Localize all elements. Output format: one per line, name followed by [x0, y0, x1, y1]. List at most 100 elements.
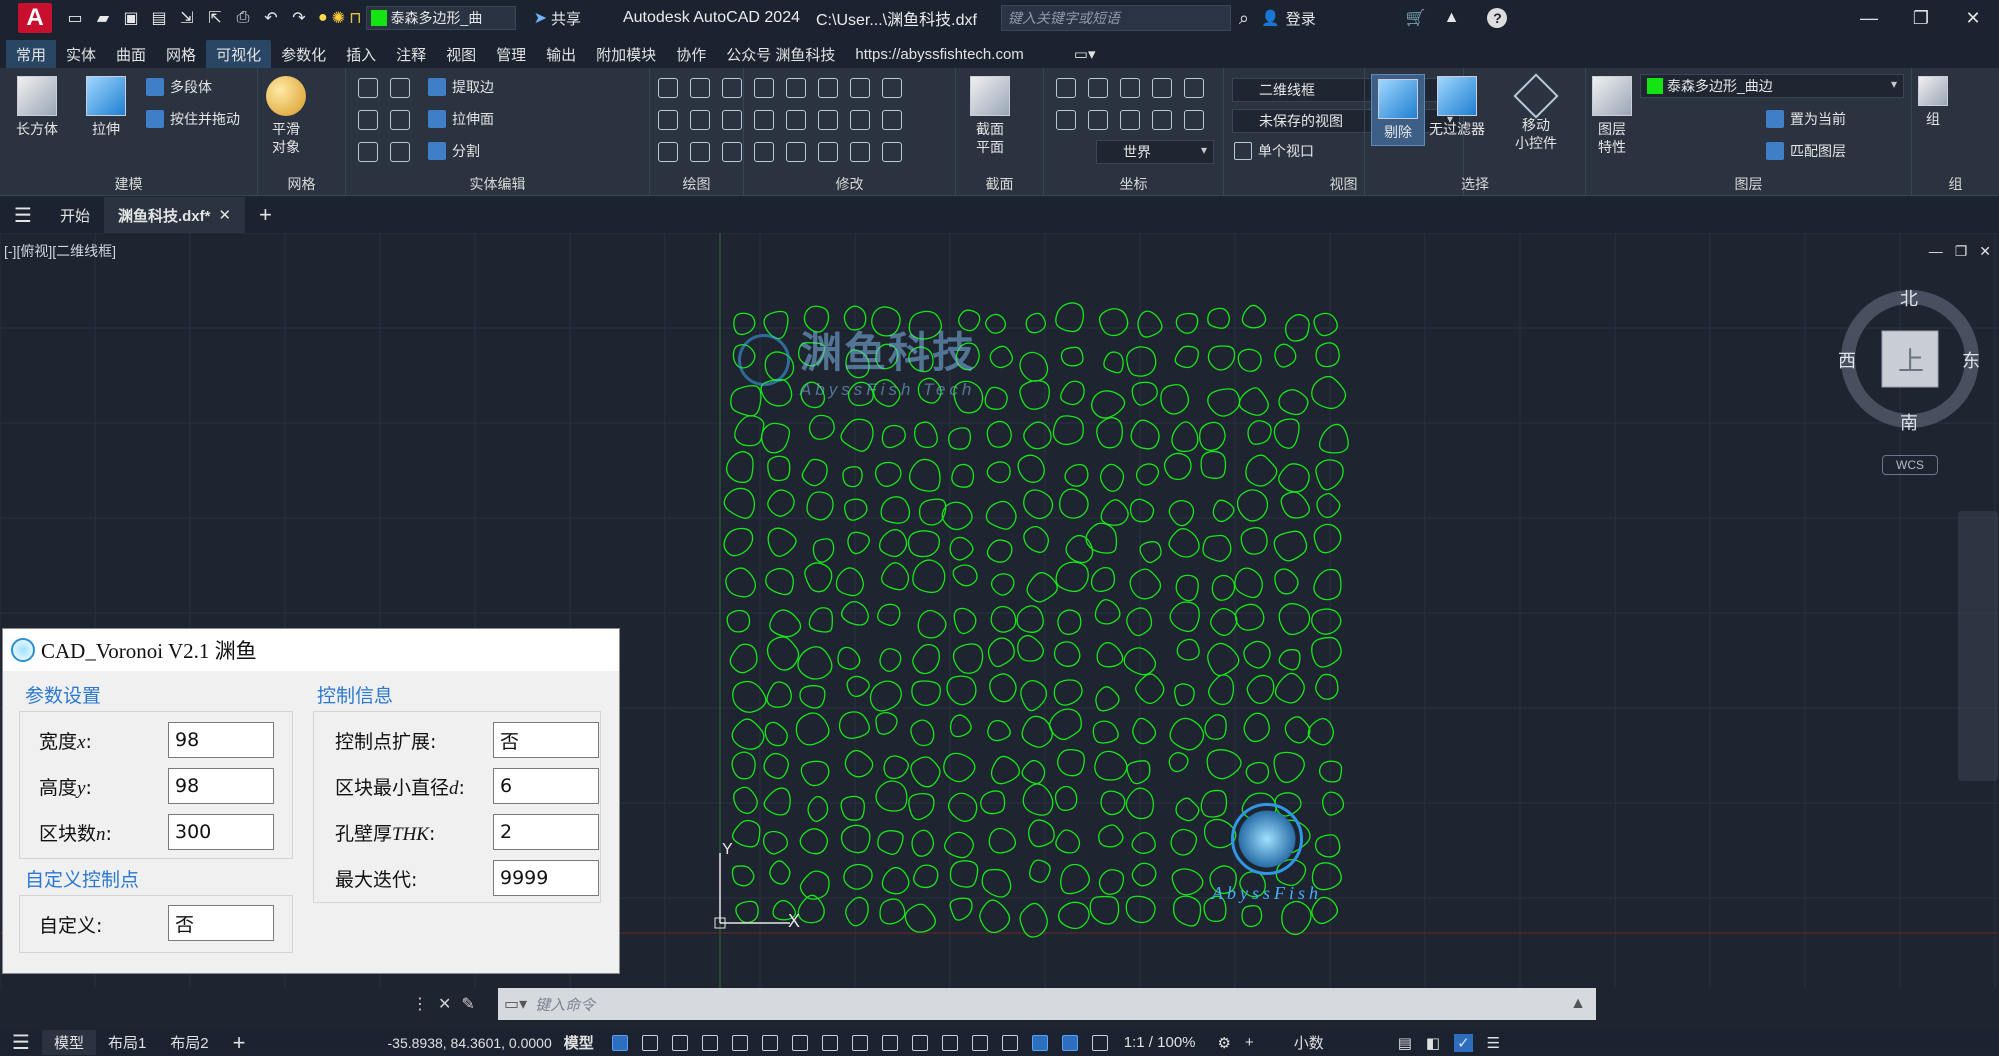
voronoi-cell[interactable] [1315, 673, 1339, 700]
voronoi-cell[interactable] [1125, 787, 1155, 820]
match-layer-button[interactable]: 匹配图层 [1766, 140, 1846, 162]
voronoi-cell[interactable] [949, 714, 972, 738]
voronoi-cell[interactable] [1026, 572, 1058, 603]
thicken-icon[interactable] [390, 142, 410, 162]
doc-tab-start[interactable]: 开始 [46, 197, 104, 233]
voronoi-cell[interactable] [1135, 463, 1160, 486]
transparency-icon[interactable] [911, 1034, 928, 1051]
voronoi-cell[interactable] [804, 562, 833, 593]
share-label[interactable]: 共享 [551, 8, 581, 29]
voronoi-cell[interactable] [797, 646, 833, 680]
voronoi-cell[interactable] [1089, 895, 1120, 925]
voronoi-cell[interactable] [984, 386, 1008, 410]
redo-icon[interactable]: ↷ [288, 7, 310, 29]
voronoi-cell[interactable] [907, 530, 940, 558]
ucs-world-icon[interactable] [1088, 78, 1108, 98]
polygon-icon[interactable] [658, 142, 678, 162]
voronoi-cell[interactable] [764, 721, 788, 747]
voronoi-cell[interactable] [910, 756, 941, 788]
auto-scale-icon[interactable] [1091, 1034, 1108, 1051]
voronoi-cell[interactable] [944, 831, 974, 859]
voronoi-cell[interactable] [723, 527, 754, 557]
voronoi-cell[interactable] [1059, 488, 1089, 519]
voronoi-cell[interactable] [733, 786, 758, 814]
voronoi-cell[interactable] [1096, 642, 1124, 668]
line-icon[interactable] [690, 78, 710, 98]
voronoi-cell[interactable] [986, 461, 1011, 484]
voronoi-cell[interactable] [1318, 760, 1343, 783]
voronoi-cell[interactable] [1126, 607, 1153, 637]
voronoi-cell[interactable] [1168, 528, 1200, 558]
voronoi-cell[interactable] [1207, 388, 1241, 417]
move-gizmo-button[interactable]: 移动 小控件 [1513, 73, 1559, 152]
voronoi-cell[interactable] [1311, 636, 1342, 668]
voronoi-cell[interactable] [985, 500, 1017, 530]
voronoi-cell[interactable] [951, 463, 975, 488]
voronoi-cell[interactable] [869, 680, 902, 712]
voronoi-cell[interactable] [914, 421, 938, 449]
voronoi-cell[interactable] [1098, 869, 1125, 895]
voronoi-cell[interactable] [734, 415, 765, 447]
isodraft-icon[interactable] [791, 1034, 808, 1051]
voronoi-cell[interactable] [763, 752, 789, 780]
panel-title-modify[interactable]: 修改 [744, 174, 955, 194]
voronoi-cell[interactable] [1207, 307, 1231, 329]
ucs-icon[interactable] [1056, 78, 1076, 98]
voronoi-cell[interactable] [1053, 641, 1081, 667]
voronoi-cell[interactable] [1278, 603, 1311, 636]
add-layout-icon[interactable]: + [221, 1030, 258, 1055]
ortho-toggle-icon[interactable] [731, 1034, 748, 1051]
voronoi-cell[interactable] [767, 489, 795, 517]
voronoi-cell[interactable] [1274, 343, 1297, 368]
voronoi-cell[interactable] [1241, 304, 1267, 329]
voronoi-cell[interactable] [1234, 603, 1265, 631]
voronoi-cell[interactable] [723, 487, 756, 519]
login-button[interactable]: 👤 登录 [1261, 8, 1316, 29]
ribbon-tab[interactable]: 参数化 [271, 40, 336, 68]
voronoi-cell[interactable] [729, 643, 758, 674]
voronoi-cell[interactable] [1280, 491, 1310, 519]
no-filter-button[interactable]: 无过滤器 [1429, 76, 1485, 138]
voronoi-cell[interactable] [990, 755, 1020, 785]
voronoi-cell[interactable] [875, 780, 908, 812]
annotation-scale[interactable]: 1:1 / 100% [1124, 1034, 1196, 1051]
voronoi-cell[interactable] [918, 498, 947, 526]
voronoi-cell[interactable] [1123, 647, 1157, 676]
compass-south[interactable]: 南 [1900, 409, 1918, 435]
voronoi-cell[interactable] [1135, 673, 1165, 705]
ribbon-tab[interactable]: https://abyssfishtech.com [845, 40, 1033, 68]
voronoi-cell[interactable] [1091, 390, 1126, 419]
voronoi-cell[interactable] [1278, 649, 1301, 671]
voronoi-cell[interactable] [912, 559, 946, 594]
voronoi-cell[interactable] [1175, 797, 1200, 822]
blocks-input[interactable]: 300 [168, 814, 274, 850]
import-icon[interactable]: ⇲ [176, 7, 198, 29]
voronoi-cell[interactable] [1170, 828, 1198, 856]
compass-east[interactable]: 东 [1962, 347, 1980, 373]
voronoi-cell[interactable] [1175, 312, 1199, 334]
object-track-icon[interactable] [821, 1034, 838, 1051]
circle-icon[interactable] [722, 110, 742, 130]
lineweight-icon[interactable] [881, 1034, 898, 1051]
voronoi-cell[interactable] [1163, 452, 1192, 481]
ucs-y-icon[interactable] [1088, 110, 1108, 130]
voronoi-cell[interactable] [1169, 601, 1200, 633]
share-icon[interactable]: ➤ [534, 8, 547, 28]
ribbon-tab[interactable]: 附加模块 [586, 40, 666, 68]
compass-north[interactable]: 北 [1900, 285, 1918, 311]
navigation-bar[interactable] [1958, 511, 1998, 781]
open-folder-icon[interactable]: ▰ [92, 7, 114, 29]
layout-tab-1[interactable]: 布局1 [96, 1030, 158, 1055]
voronoi-cell[interactable] [1060, 380, 1085, 406]
ribbon-tab[interactable]: 输出 [536, 40, 586, 68]
panel-title-layers[interactable]: 图层 [1586, 174, 1911, 194]
compass-west[interactable]: 西 [1838, 347, 1856, 373]
expand-input[interactable]: 否 [493, 722, 599, 758]
ribbon-tab[interactable]: 可视化 [206, 40, 272, 68]
voronoi-cell[interactable] [1274, 568, 1299, 595]
layer-combo[interactable]: 泰森多边形_曲 [365, 6, 516, 30]
search-icon[interactable]: ⌕ [1239, 8, 1249, 29]
osnap-icon[interactable] [851, 1034, 868, 1051]
voronoi-cell[interactable] [1137, 310, 1163, 338]
panel-title-solid-edit[interactable]: 实体编辑 [346, 174, 649, 194]
